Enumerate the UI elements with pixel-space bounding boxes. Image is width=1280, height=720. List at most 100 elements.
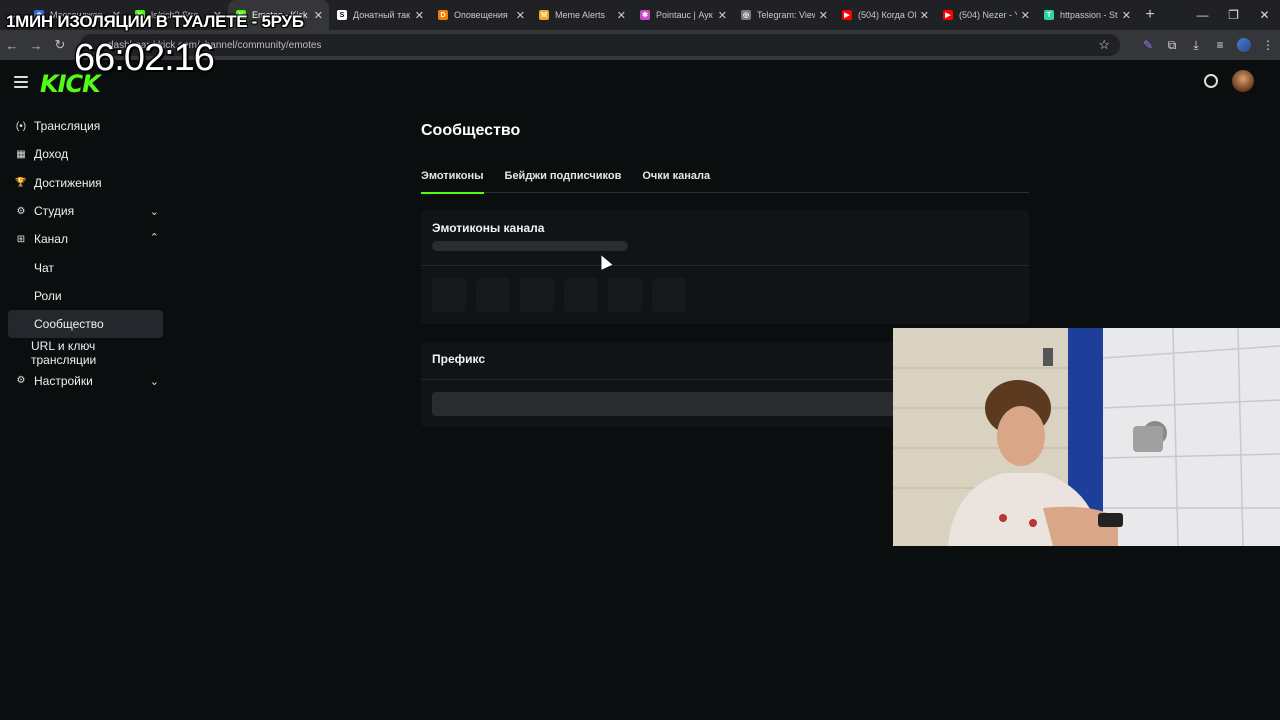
sidebar-item-channel[interactable]: ⊞ Канал ⌃	[8, 225, 163, 253]
browser-tab-title: Meme Alerts	[555, 10, 606, 20]
close-window-icon[interactable]: ✕	[1249, 0, 1280, 30]
profile-avatar-icon[interactable]	[1232, 30, 1256, 60]
close-tab-icon[interactable]: ✕	[819, 9, 828, 22]
trophy-icon: 🏆	[15, 177, 27, 188]
browser-tab-title: Оповещения	[454, 10, 508, 20]
emote-slot-skeleton	[476, 278, 510, 312]
sidebar-item-revenue[interactable]: ▦ Доход	[8, 140, 163, 168]
toolbar-right: ✎ ⧉ ⤓ ≡ ⋮	[1136, 30, 1280, 60]
user-avatar[interactable]	[1232, 70, 1254, 92]
emote-slot-skeleton	[564, 278, 598, 312]
close-tab-icon[interactable]: ✕	[617, 9, 626, 22]
back-icon[interactable]: ←	[0, 30, 24, 60]
sidebar-item-community[interactable]: Сообщество	[8, 310, 163, 339]
sidebar-item-label: Достижения	[34, 175, 102, 190]
browser-tab[interactable]: M Meme Alerts ✕	[531, 0, 632, 30]
window-controls: — ❐ ✕	[1187, 0, 1280, 30]
emote-slot-skeleton	[652, 278, 686, 312]
broadcast-icon: (•)	[15, 120, 27, 132]
hamburger-menu-icon[interactable]	[14, 76, 28, 88]
card-title: Эмотиконы канала	[432, 221, 545, 235]
sidebar-item-settings[interactable]: ⚙ Настройки ⌄	[8, 367, 163, 395]
browser-tab-title: Донатный так	[353, 10, 411, 20]
browser-tab[interactable]: S Донатный так ✕	[329, 0, 430, 30]
browser-tab-title: (504) Nezer - Y	[959, 10, 1017, 20]
emote-slots	[432, 278, 686, 312]
browser-tab[interactable]: ✱ Pointauc | Аук ✕	[632, 0, 733, 30]
webcam-feed-image	[893, 328, 1280, 546]
revenue-icon: ▦	[16, 148, 26, 160]
media-icon[interactable]: ≡	[1208, 30, 1232, 60]
sidebar-item-label: Трансляция	[34, 119, 101, 134]
sidebar-item-label: Настройки	[34, 373, 93, 388]
browser-tab[interactable]: ◎ Telegram: View ✕	[733, 0, 834, 30]
globe-icon: ◎	[741, 10, 751, 20]
webcam-overlay	[893, 328, 1280, 546]
browser-tab-title: Telegram: View	[757, 10, 815, 20]
bookmark-star-icon[interactable]: ☆	[1098, 37, 1110, 53]
close-tab-icon[interactable]: ✕	[516, 9, 525, 22]
browser-tab-title: (504) Когда Ol	[858, 10, 916, 20]
browser-tab-title: Pointauc | Аук	[656, 10, 713, 20]
restore-icon[interactable]: ❐	[1218, 0, 1249, 30]
sidebar-item-label: Канал	[34, 232, 68, 247]
youtube-icon: ▶	[842, 10, 852, 20]
close-tab-icon[interactable]: ✕	[1122, 9, 1131, 22]
youtube-icon: ▶	[943, 10, 953, 20]
donationalerts-icon: D	[438, 10, 448, 20]
chevron-down-icon[interactable]: ⌄	[150, 375, 159, 388]
url-input[interactable]: dashboard.kick.com/channel/community/emo…	[80, 34, 1120, 56]
stream-overlay-title: 1МИН ИЗОЛЯЦИИ В ТУАЛЕТЕ - 5РУБ	[6, 12, 304, 31]
sidebar-item-label: Студия	[34, 204, 75, 219]
kick-logo[interactable]: KICK	[40, 70, 101, 98]
new-tab-button[interactable]: +	[1137, 0, 1163, 30]
extensions-icon[interactable]: ⧉	[1160, 30, 1184, 60]
notifications-icon[interactable]	[1204, 74, 1218, 88]
minimize-icon[interactable]: —	[1187, 0, 1218, 30]
reload-icon[interactable]: ↻	[48, 30, 72, 60]
pointauc-icon: ✱	[640, 10, 650, 20]
browser-tab[interactable]: D Оповещения ✕	[430, 0, 531, 30]
tab-channel-points[interactable]: Очки канала	[642, 166, 710, 193]
channel-emotes-card: Эмотиконы канала	[421, 210, 1029, 324]
close-tab-icon[interactable]: ✕	[1021, 9, 1030, 22]
loading-skeleton-line	[432, 241, 628, 251]
browser-tab[interactable]: ▶ (504) Когда Ol ✕	[834, 0, 935, 30]
studio-icon: ⚙	[16, 205, 26, 217]
forward-icon[interactable]: →	[24, 30, 48, 60]
browser-tab[interactable]: ▶ (504) Nezer - Y ✕	[935, 0, 1036, 30]
close-tab-icon[interactable]: ✕	[415, 9, 424, 22]
close-tab-icon[interactable]: ✕	[718, 9, 727, 22]
memealerts-icon: M	[539, 10, 549, 20]
download-icon[interactable]: ⤓	[1184, 30, 1208, 60]
sidebar-item-achievements[interactable]: 🏆 Достижения	[8, 169, 163, 197]
emote-slot-skeleton	[520, 278, 554, 312]
sidebar-item-broadcast[interactable]: (•) Трансляция	[8, 112, 163, 140]
page-title: Сообщество	[421, 122, 521, 139]
sidebar-item-studio[interactable]: ⚙ Студия ⌄	[8, 197, 163, 225]
sidebar-item-roles[interactable]: Роли	[8, 282, 163, 310]
browser-tab-title: httpassion - St	[1060, 10, 1118, 20]
menu-icon[interactable]: ⋮	[1256, 30, 1280, 60]
sidebar-item-label: Доход	[34, 147, 69, 162]
sidebar-nav: (•) Трансляция ▦ Доход 🏆 Достижения ⚙ Ст…	[8, 112, 163, 395]
channel-icon: ⊞	[16, 233, 26, 245]
pen-extension-icon[interactable]: ✎	[1136, 30, 1160, 60]
close-tab-icon[interactable]: ✕	[314, 9, 323, 22]
card-title: Префикс	[432, 352, 486, 366]
emote-slot-skeleton	[608, 278, 642, 312]
chevron-down-icon[interactable]: ⌄	[150, 205, 159, 218]
tab-emotes[interactable]: Эмотиконы	[421, 166, 484, 194]
header-actions	[1204, 70, 1254, 92]
s-icon: S	[337, 10, 347, 20]
close-tab-icon[interactable]: ✕	[920, 9, 929, 22]
tab-subscriber-badges[interactable]: Бейджи подписчиков	[505, 166, 622, 193]
community-tabs: Эмотиконы Бейджи подписчиков Очки канала	[421, 166, 1029, 194]
browser-tab[interactable]: Thttpassion - St ✕	[1036, 0, 1137, 30]
divider	[421, 265, 1029, 266]
tt-icon: T	[1044, 10, 1054, 20]
sidebar-item-chat[interactable]: Чат	[8, 253, 163, 281]
settings-icon: ⚙	[16, 375, 26, 387]
sidebar-item-stream-url-key[interactable]: URL и ключ трансляции	[8, 338, 163, 367]
chevron-up-icon[interactable]: ⌃	[150, 231, 159, 244]
